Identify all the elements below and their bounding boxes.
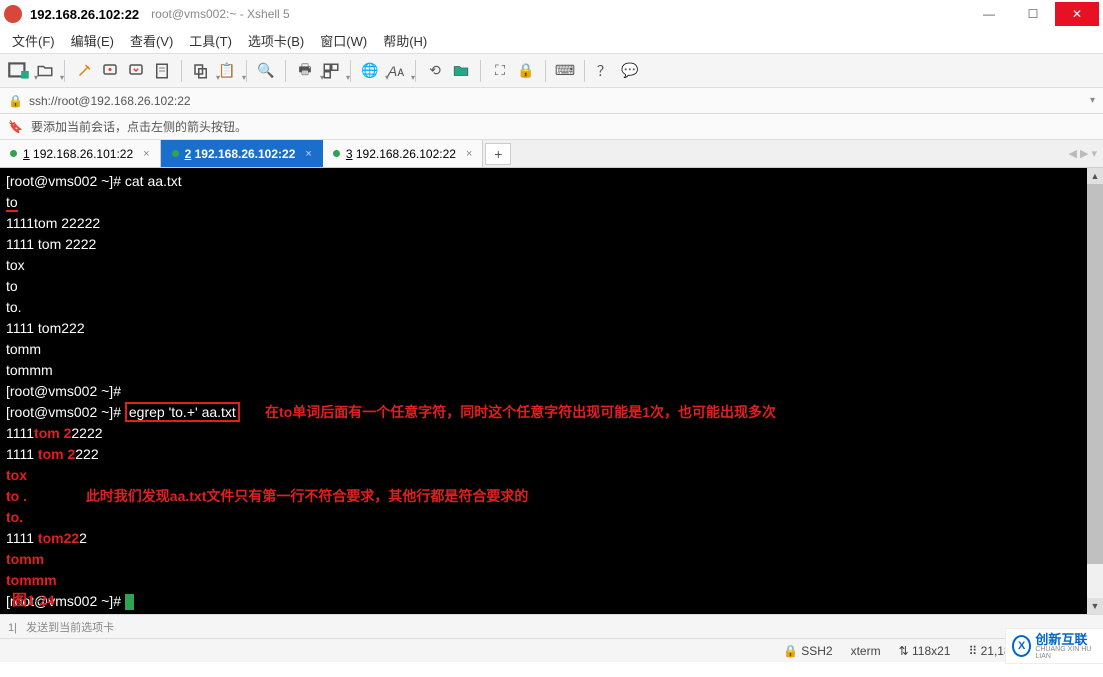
menu-help[interactable]: 帮助(H)	[383, 31, 427, 50]
keyboard-icon[interactable]: ⌨	[552, 58, 578, 84]
scrollbar[interactable]: ▲ ▼	[1087, 168, 1103, 614]
status-dot-icon	[10, 150, 17, 157]
toolbar: 📋 🔍 🖶 🌐 Aᴀ ⟲ ⛶ 🔒 ⌨ ？ 💬	[0, 54, 1103, 88]
status-term: xterm	[851, 644, 881, 658]
menu-file[interactable]: 文件(F)	[12, 31, 55, 50]
refresh-icon[interactable]: ⟲	[422, 58, 448, 84]
window-title-sub: root@vms002:~ - Xshell 5	[151, 7, 290, 21]
menu-tabs[interactable]: 选项卡(B)	[248, 31, 304, 50]
tab-add-button[interactable]: +	[485, 143, 511, 165]
address-text: ssh://root@192.168.26.102:22	[29, 94, 191, 108]
help-icon[interactable]: ？	[591, 58, 617, 84]
tab-nav-arrows[interactable]: ◀ ▶ ▾	[1068, 140, 1103, 167]
hint-text: 要添加当前会话，点击左侧的箭头按钮。	[31, 118, 247, 135]
hint-bar: 🔖 要添加当前会话，点击左侧的箭头按钮。	[0, 114, 1103, 140]
scroll-thumb[interactable]	[1087, 184, 1103, 564]
menu-bar: 文件(F) 编辑(E) 查看(V) 工具(T) 选项卡(B) 窗口(W) 帮助(…	[0, 28, 1103, 54]
print-icon[interactable]: 🖶	[292, 58, 318, 84]
connect-icon[interactable]	[71, 58, 97, 84]
menu-tools[interactable]: 工具(T)	[189, 31, 232, 50]
xftp-icon[interactable]	[448, 58, 474, 84]
tab-session-2[interactable]: 2 192.168.26.102:22 ×	[161, 140, 323, 167]
terminal-panel: [root@vms002 ~]# cat aa.txt to 1111tom 2…	[0, 168, 1103, 614]
lock-small-icon: 🔒	[8, 94, 23, 108]
copy-icon[interactable]	[188, 58, 214, 84]
scroll-down-icon[interactable]: ▼	[1087, 598, 1103, 614]
maximize-button[interactable]: ☐	[1011, 2, 1055, 26]
menu-edit[interactable]: 编辑(E)	[71, 31, 114, 50]
comment-icon[interactable]: 💬	[617, 58, 643, 84]
tab-close-icon[interactable]: ×	[466, 148, 472, 160]
window-title-host: 192.168.26.102:22	[30, 7, 139, 22]
session-tabs: 1 192.168.26.101:22 × 2 192.168.26.102:2…	[0, 140, 1103, 168]
bookmark-icon[interactable]: 🔖	[8, 120, 23, 134]
cursor	[125, 594, 134, 610]
open-icon[interactable]	[32, 58, 58, 84]
address-bar[interactable]: 🔒 ssh://root@192.168.26.102:22 ▾	[0, 88, 1103, 114]
paste-icon[interactable]: 📋	[214, 58, 240, 84]
figure-label: 图1-24	[12, 589, 55, 610]
status-dot-icon	[333, 150, 340, 157]
minimize-button[interactable]: —	[967, 2, 1011, 26]
properties-icon[interactable]	[149, 58, 175, 84]
status-dot-icon	[172, 150, 179, 157]
chevron-down-icon[interactable]: ▾	[1090, 95, 1095, 106]
scroll-up-icon[interactable]: ▲	[1087, 168, 1103, 184]
layout-icon[interactable]	[318, 58, 344, 84]
font-icon[interactable]: Aᴀ	[383, 58, 409, 84]
app-icon	[4, 5, 22, 23]
watermark-logo: X 创新互联CHUANG XIN HU LIAN	[1005, 628, 1103, 664]
disconnect-icon[interactable]	[97, 58, 123, 84]
send-hint: 1| 发送到当前选项卡	[8, 619, 114, 635]
title-bar: 192.168.26.102:22 root@vms002:~ - Xshell…	[0, 0, 1103, 28]
send-bar: 1| 发送到当前选项卡	[0, 614, 1103, 638]
menu-window[interactable]: 窗口(W)	[320, 31, 367, 50]
status-bar: 🔒 SSH2 xterm ⇅ 118x21 ⠿ 21,18 3 会话 ↔ + X…	[0, 638, 1103, 662]
status-ssh: 🔒 SSH2	[783, 644, 833, 658]
tab-session-1[interactable]: 1 192.168.26.101:22 ×	[0, 140, 161, 167]
lock-icon[interactable]: 🔒	[513, 58, 539, 84]
tab-session-3[interactable]: 3 192.168.26.102:22 ×	[323, 140, 484, 167]
terminal[interactable]: [root@vms002 ~]# cat aa.txt to 1111tom 2…	[0, 168, 1103, 614]
menu-view[interactable]: 查看(V)	[130, 31, 173, 50]
tab-close-icon[interactable]: ×	[143, 148, 149, 160]
close-button[interactable]: ✕	[1055, 2, 1099, 26]
tab-close-icon[interactable]: ×	[305, 148, 311, 160]
fullscreen-icon[interactable]: ⛶	[487, 58, 513, 84]
reconnect-icon[interactable]	[123, 58, 149, 84]
new-session-icon[interactable]	[6, 58, 32, 84]
globe-icon[interactable]: 🌐	[357, 58, 383, 84]
search-icon[interactable]: 🔍	[253, 58, 279, 84]
status-size: ⇅ 118x21	[899, 644, 951, 658]
